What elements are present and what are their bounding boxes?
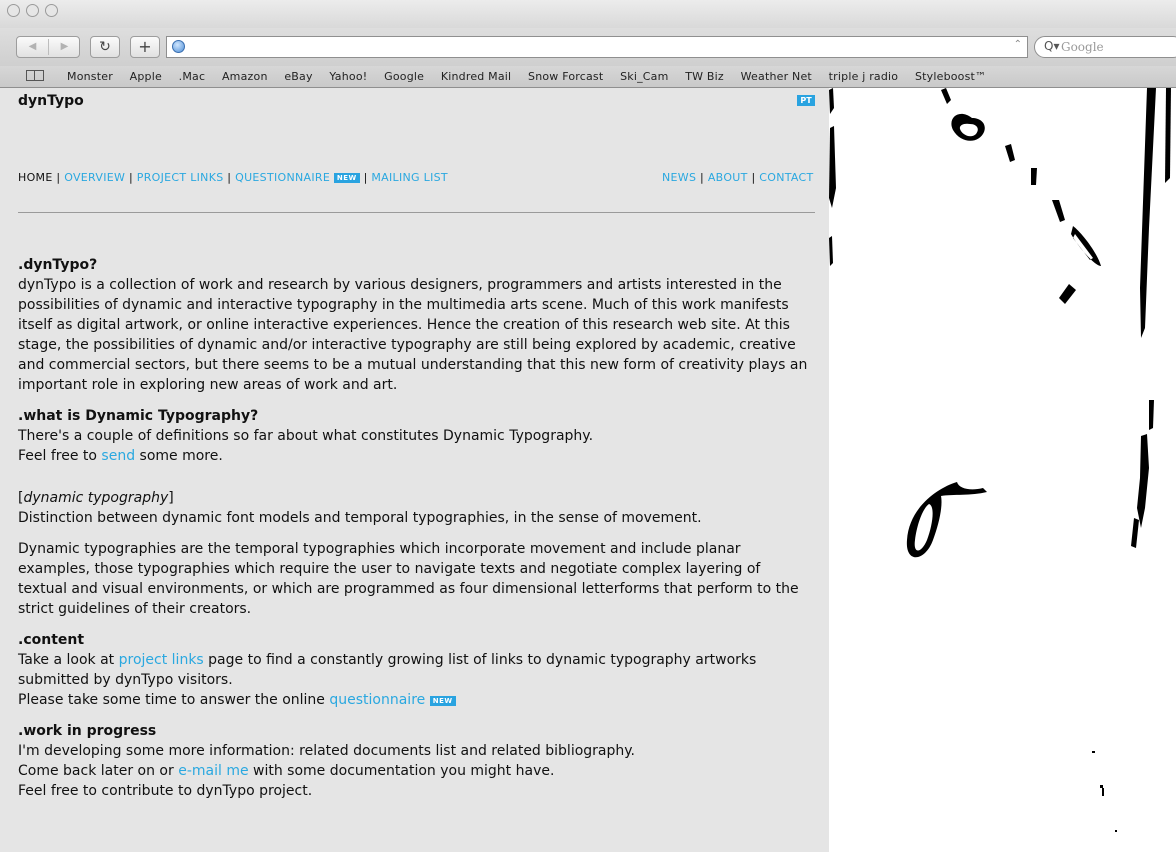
section-heading-content: .content bbox=[18, 632, 85, 648]
bookmark-google[interactable]: Google bbox=[384, 70, 424, 83]
secondary-nav: NEWS | ABOUT | CONTACT bbox=[662, 171, 814, 184]
content-panel: dynTypo PT HOME | OVERVIEW | PROJECT LIN… bbox=[0, 88, 829, 852]
globe-icon bbox=[172, 40, 185, 53]
section-heading-what: .what is Dynamic Typography? bbox=[18, 408, 259, 424]
window-titlebar bbox=[0, 0, 1176, 28]
term-label: [dynamic typography] bbox=[18, 490, 174, 506]
bookmark-weather-net[interactable]: Weather Net bbox=[741, 70, 812, 83]
term-definition: Distinction between dynamic font models … bbox=[18, 510, 702, 526]
section-heading-wip: .work in progress bbox=[18, 723, 157, 739]
email-link[interactable]: e-mail me bbox=[178, 763, 248, 779]
main-nav: HOME | OVERVIEW | PROJECT LINKS | QUESTI… bbox=[18, 171, 448, 184]
plus-icon: + bbox=[138, 37, 152, 56]
what-line1: There's a couple of definitions so far a… bbox=[18, 428, 594, 444]
bookmarks-bar: Monster Apple .Mac Amazon eBay Yahoo! Go… bbox=[0, 66, 1176, 88]
pt-badge[interactable]: PT bbox=[797, 95, 815, 106]
wip-line2: Come back later on or e-mail me with som… bbox=[18, 763, 555, 779]
typography-artwork bbox=[829, 88, 1176, 852]
nav-project-links[interactable]: PROJECT LINKS bbox=[137, 171, 224, 184]
search-field[interactable]: Q▾ Google bbox=[1034, 36, 1176, 58]
questionnaire-link[interactable]: questionnaire bbox=[329, 692, 425, 708]
term-text: dynamic typography bbox=[23, 490, 169, 506]
bookmark-kindred-mail[interactable]: Kindred Mail bbox=[441, 70, 512, 83]
nav-about[interactable]: ABOUT bbox=[708, 171, 748, 184]
nav-questionnaire[interactable]: QUESTIONNAIRE bbox=[235, 171, 330, 184]
forward-icon[interactable]: ▶ bbox=[49, 37, 80, 57]
bookmark-monster[interactable]: Monster bbox=[67, 70, 113, 83]
project-links-link[interactable]: project links bbox=[119, 652, 204, 668]
new-badge: NEW bbox=[429, 696, 456, 706]
bookmark-amazon[interactable]: Amazon bbox=[222, 70, 268, 83]
bookmark-tw-biz[interactable]: TW Biz bbox=[685, 70, 724, 83]
reload-button[interactable]: ↻ bbox=[90, 36, 120, 58]
dynamic-typographies-paragraph: Dynamic typographies are the temporal ty… bbox=[18, 541, 799, 617]
what-line2: Feel free to send some more. bbox=[18, 448, 223, 464]
add-bookmark-button[interactable]: + bbox=[130, 36, 160, 58]
bookmark-apple[interactable]: Apple bbox=[130, 70, 162, 83]
reload-icon: ↻ bbox=[99, 39, 111, 55]
bookmark-styleboost[interactable]: Styleboost™ bbox=[915, 70, 986, 83]
artwork-strokes bbox=[829, 88, 1171, 832]
divider bbox=[18, 212, 815, 213]
bookmarks-book-icon[interactable] bbox=[26, 70, 44, 81]
site-logo[interactable]: dynTypo bbox=[18, 93, 84, 109]
minimize-window-button[interactable] bbox=[26, 4, 39, 17]
nav-news[interactable]: NEWS bbox=[662, 171, 696, 184]
browser-toolbar: ◀ ▶ ↻ + ⌃ Q▾ Google bbox=[0, 28, 1176, 66]
wip-line3: Feel free to contribute to dynTypo proje… bbox=[18, 783, 313, 799]
nav-home[interactable]: HOME bbox=[18, 171, 53, 184]
snapback-icon[interactable]: ⌃ bbox=[1014, 39, 1022, 50]
back-icon[interactable]: ◀ bbox=[17, 37, 48, 57]
zoom-window-button[interactable] bbox=[45, 4, 58, 17]
nav-overview[interactable]: OVERVIEW bbox=[64, 171, 125, 184]
bookmark-snow-forcast[interactable]: Snow Forcast bbox=[528, 70, 603, 83]
nav-contact[interactable]: CONTACT bbox=[759, 171, 813, 184]
nav-mailing-list[interactable]: MAILING LIST bbox=[371, 171, 448, 184]
bookmark-yahoo[interactable]: Yahoo! bbox=[329, 70, 367, 83]
bookmark-ski-cam[interactable]: Ski_Cam bbox=[620, 70, 668, 83]
intro-paragraph: dynTypo is a collection of work and rese… bbox=[18, 277, 808, 393]
article: .dynTypo? dynTypo is a collection of wor… bbox=[18, 255, 808, 801]
questionnaire-line: Please take some time to answer the onli… bbox=[18, 690, 808, 710]
send-link[interactable]: send bbox=[101, 448, 135, 464]
content-paragraph: Take a look at project links page to fin… bbox=[18, 652, 757, 688]
back-forward-buttons: ◀ ▶ bbox=[16, 36, 80, 58]
new-badge: NEW bbox=[333, 173, 360, 183]
section-heading-dyntypo: .dynTypo? bbox=[18, 257, 98, 273]
address-bar[interactable]: ⌃ bbox=[166, 36, 1028, 58]
wip-line1: I'm developing some more information: re… bbox=[18, 743, 635, 759]
close-window-button[interactable] bbox=[7, 4, 20, 17]
bookmark-triple-j-radio[interactable]: triple j radio bbox=[829, 70, 899, 83]
search-placeholder: Google bbox=[1061, 40, 1104, 54]
bookmark-ebay[interactable]: eBay bbox=[284, 70, 312, 83]
bookmark-mac[interactable]: .Mac bbox=[179, 70, 206, 83]
search-icon: Q▾ bbox=[1044, 39, 1060, 53]
